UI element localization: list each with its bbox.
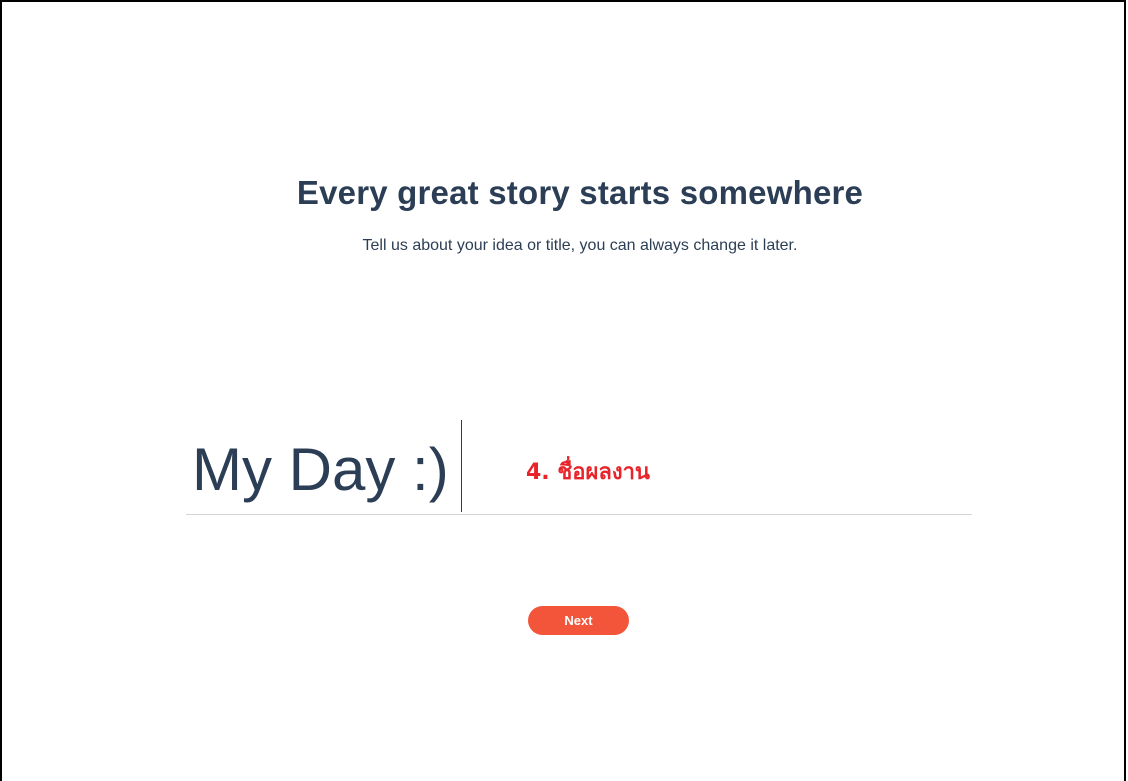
page-title: Every great story starts somewhere [296, 174, 864, 211]
story-title-value[interactable]: My Day :) [192, 440, 449, 500]
page-subtitle: Tell us about your idea or title, you ca… [362, 237, 798, 254]
next-button[interactable]: Next [528, 606, 629, 635]
page-frame: Every great story starts somewhere Tell … [0, 0, 1126, 781]
step-annotation: 4. ชื่อผลงาน [526, 460, 650, 485]
text-cursor [461, 420, 462, 512]
